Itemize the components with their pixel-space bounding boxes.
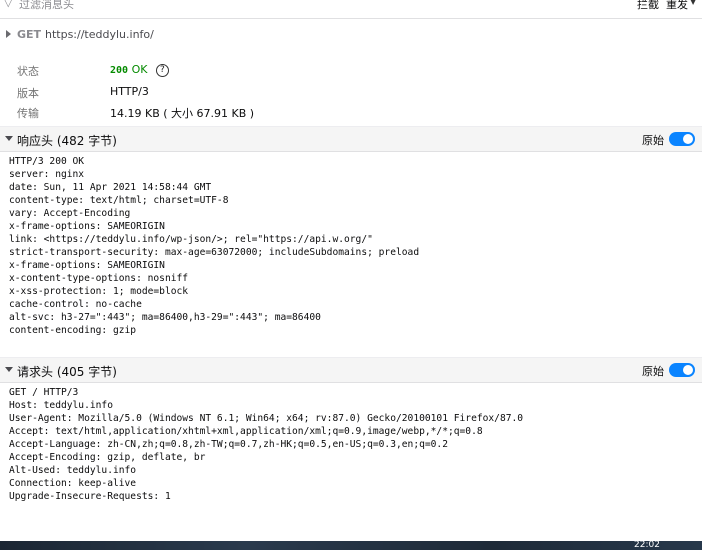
toggle-knob: [683, 134, 693, 144]
transfer-label: 传输: [17, 107, 39, 120]
raw-toggle-label: 原始: [642, 365, 664, 378]
header-line: strict-transport-security: max-age=63072…: [9, 247, 420, 258]
filter-headers-input[interactable]: [19, 0, 579, 12]
header-line: Upgrade-Insecure-Requests: 1: [9, 491, 171, 502]
header-line: x-frame-options: SAMEORIGIN: [9, 260, 165, 271]
status-code: 200: [110, 65, 129, 76]
header-line: vary: Accept-Encoding: [9, 208, 131, 219]
filter-bar: ▽ 拦截 重发 ▼: [0, 0, 702, 19]
header-line: HTTP/3 200 OK: [9, 156, 85, 167]
status-label: 状态: [17, 65, 39, 78]
raw-toggle-switch[interactable]: [669, 363, 695, 377]
transfer-value: 14.19 KB ( 大小 67.91 KB ): [110, 107, 255, 120]
request-method: GET: [17, 28, 42, 41]
expand-arrow-icon[interactable]: [6, 30, 11, 38]
version-value: HTTP/3: [110, 85, 149, 98]
taskbar-clock: 22:02: [634, 541, 660, 550]
version-label: 版本: [17, 87, 39, 100]
header-line: date: Sun, 11 Apr 2021 14:58:44 GMT: [9, 182, 212, 193]
header-line: User-Agent: Mozilla/5.0 (Windows NT 6.1;…: [9, 413, 524, 424]
header-line: server: nginx: [9, 169, 85, 180]
header-line: link: <https://teddylu.info/wp-json/>; r…: [9, 234, 373, 245]
header-line: Accept-Language: zh-CN,zh;q=0.8,zh-TW;q=…: [9, 439, 448, 450]
header-line: x-xss-protection: 1; mode=block: [9, 286, 189, 297]
header-line: GET / HTTP/3: [9, 387, 79, 398]
filter-icon: ▽: [4, 0, 13, 9]
collapse-arrow-icon[interactable]: [5, 367, 13, 372]
header-line: x-content-type-options: nosniff: [9, 273, 189, 284]
header-line: Connection: keep-alive: [9, 478, 137, 489]
raw-toggle-switch[interactable]: [669, 132, 695, 146]
resend-button[interactable]: 重发: [666, 0, 688, 12]
request-headers-raw: GET / HTTP/3 Host: teddylu.info User-Age…: [9, 386, 523, 503]
response-headers-raw: HTTP/3 200 OK server: nginx date: Sun, 1…: [9, 155, 419, 337]
collapse-arrow-icon[interactable]: [5, 136, 13, 141]
status-text: OK: [131, 63, 148, 76]
response-headers-title: 响应头 (482 字节): [17, 134, 117, 148]
block-button[interactable]: 拦截: [637, 0, 659, 12]
status-row: 状态 200 OK ?: [0, 61, 702, 79]
header-line: Host: teddylu.info: [9, 400, 113, 411]
header-line: Alt-Used: teddylu.info: [9, 465, 137, 476]
request-headers-title: 请求头 (405 字节): [17, 365, 117, 379]
toggle-knob: [683, 365, 693, 375]
version-row: 版本 HTTP/3: [0, 83, 702, 101]
help-icon[interactable]: ?: [155, 63, 169, 77]
header-line: alt-svc: h3-27=":443"; ma=86400,h3-29=":…: [9, 312, 321, 323]
request-url: https://teddylu.info/: [45, 28, 154, 41]
chevron-down-icon[interactable]: ▼: [690, 0, 696, 6]
header-line: content-encoding: gzip: [9, 325, 137, 336]
header-line: Accept: text/html,application/xhtml+xml,…: [9, 426, 483, 437]
header-line: cache-control: no-cache: [9, 299, 142, 310]
response-headers-header[interactable]: 响应头 (482 字节) 原始: [0, 126, 702, 152]
transfer-row: 传输 14.19 KB ( 大小 67.91 KB ): [0, 103, 702, 121]
header-line: x-frame-options: SAMEORIGIN: [9, 221, 165, 232]
status-value: 200 OK ?: [110, 63, 169, 77]
os-taskbar: 22:02: [0, 541, 702, 550]
header-line: Accept-Encoding: gzip, deflate, br: [9, 452, 206, 463]
request-headers-header[interactable]: 请求头 (405 字节) 原始: [0, 357, 702, 383]
request-line[interactable]: GET https://teddylu.info/: [0, 25, 702, 45]
raw-toggle-label: 原始: [642, 134, 664, 147]
header-line: content-type: text/html; charset=UTF-8: [9, 195, 229, 206]
